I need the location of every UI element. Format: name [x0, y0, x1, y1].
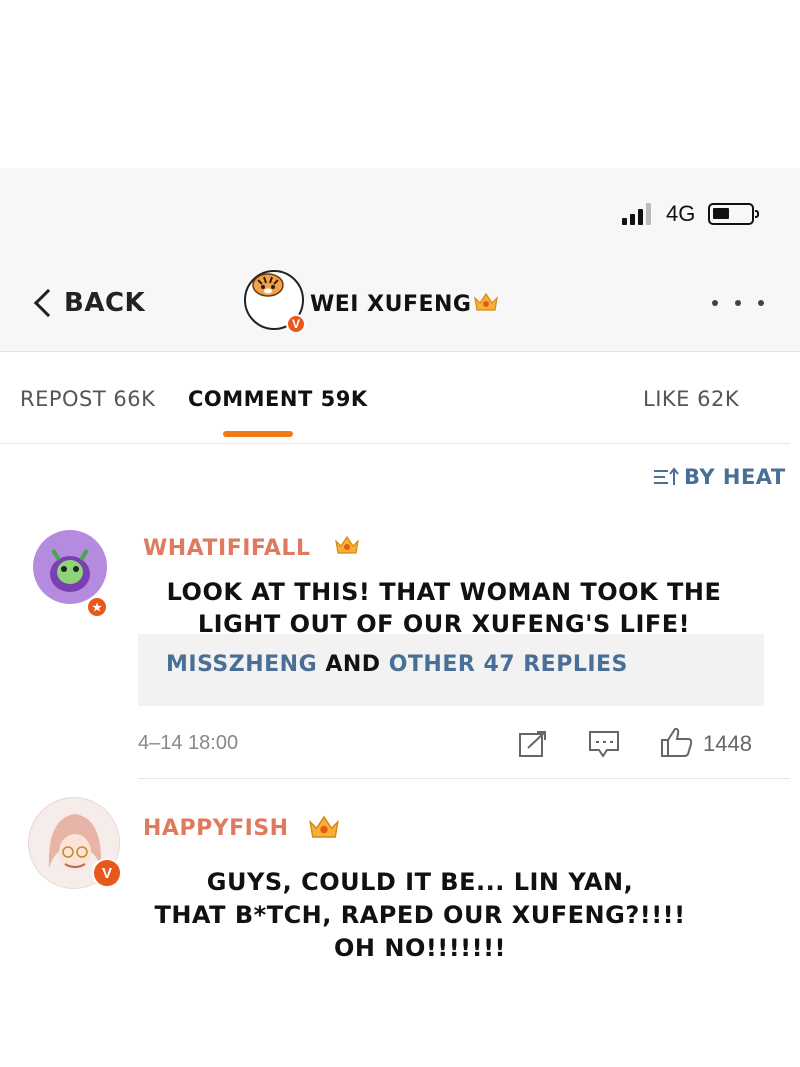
- comment-username[interactable]: HAPPYFISH: [143, 816, 289, 841]
- verified-badge: V: [92, 858, 122, 888]
- comment-text-line: THAT B*TCH, RAPED OUR XUFENG?!!!!: [154, 901, 686, 929]
- comment-text-line: LOOK AT THIS! THAT WOMAN TOOK THE: [166, 578, 722, 606]
- replies-box[interactable]: MISSZHENG AND OTHER 47 REPLIES: [138, 634, 764, 706]
- comment-text-line: OH NO!!!!!!!: [334, 934, 506, 962]
- more-dot-icon: [735, 300, 741, 306]
- more-dot-icon: [758, 300, 764, 306]
- thumbs-up-icon[interactable]: [660, 726, 694, 758]
- dragon-avatar-icon: [33, 530, 107, 604]
- crown-vip-icon: [335, 535, 359, 554]
- crown-vip-icon: [474, 292, 498, 311]
- tab-repost[interactable]: REPOST 66K: [20, 387, 155, 411]
- back-button[interactable]: BACK: [30, 283, 145, 323]
- battery-icon: [708, 203, 759, 225]
- like-count: 1448: [703, 731, 752, 756]
- signal-icon: [622, 203, 658, 225]
- more-dot-icon: [712, 300, 718, 306]
- comment-username[interactable]: WHATIFIFALL: [143, 536, 310, 561]
- active-tab-indicator: [223, 431, 293, 437]
- comment-avatar[interactable]: [33, 530, 107, 604]
- network-type: 4G: [666, 201, 696, 226]
- comment-text: GUYS, COULD IT BE... LIN YAN, THAT B*TCH…: [130, 866, 710, 965]
- tab-like[interactable]: LIKE 62K: [643, 387, 739, 411]
- crown-vip-icon: [309, 815, 339, 838]
- sort-label: BY HEAT: [684, 465, 786, 489]
- comment-timestamp: 4–14 18:00: [138, 732, 239, 754]
- profile-name: WEI XUFENG: [310, 292, 472, 317]
- back-label: BACK: [64, 288, 146, 318]
- comment-reply-icon[interactable]: [588, 730, 620, 758]
- more-options-button[interactable]: [712, 293, 764, 313]
- comment-text: LOOK AT THIS! THAT WOMAN TOOK THE LIGHT …: [138, 576, 750, 640]
- tab-comment[interactable]: COMMENT 59K: [188, 387, 368, 411]
- reply-user-link[interactable]: MISSZHENG: [166, 652, 317, 677]
- sort-icon: [654, 467, 679, 485]
- chevron-left-icon: [33, 288, 63, 318]
- verified-star-badge: ★: [86, 596, 108, 618]
- profile-avatar[interactable]: V: [244, 270, 306, 334]
- verified-badge: V: [286, 314, 306, 334]
- tiger-icon: [252, 273, 284, 297]
- comment-divider: [138, 778, 790, 779]
- sort-by-heat-button[interactable]: BY HEAT: [652, 465, 786, 489]
- comment-text-line: GUYS, COULD IT BE... LIN YAN,: [206, 868, 634, 896]
- tabs-divider: [0, 443, 790, 444]
- repost-share-icon[interactable]: [518, 730, 548, 758]
- replies-connector: AND: [325, 652, 381, 677]
- more-replies-link[interactable]: OTHER 47 REPLIES: [389, 652, 628, 677]
